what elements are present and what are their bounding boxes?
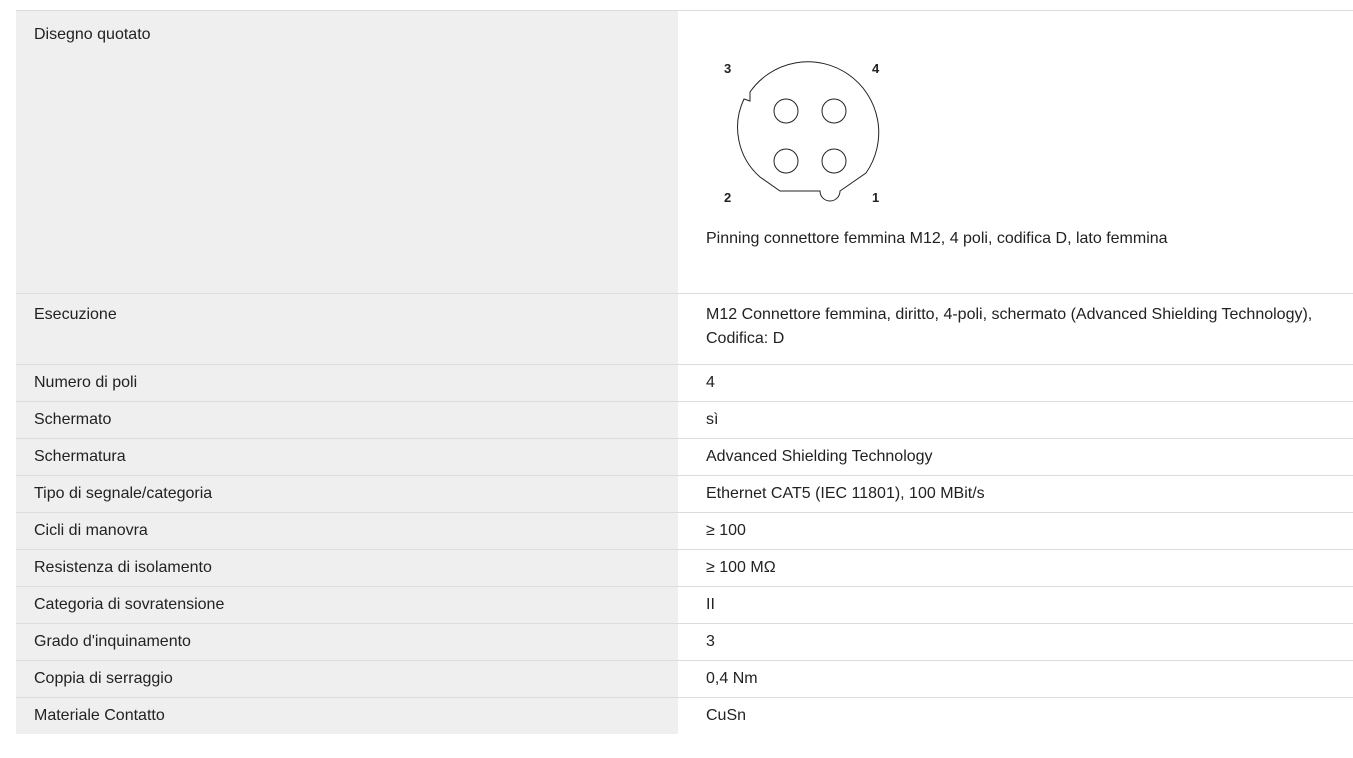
spec-row: Categoria di sovratensione II <box>16 587 1353 624</box>
spec-label: Resistenza di isolamento <box>16 550 678 586</box>
spec-row: Numero di poli 4 <box>16 365 1353 402</box>
spec-value: II <box>706 596 715 613</box>
spec-label: Tipo di segnale/categoria <box>16 476 678 512</box>
pin-contact <box>821 98 847 124</box>
pin-label-3: 3 <box>724 61 731 76</box>
spec-row: Esecuzione M12 Connettore femmina, dirit… <box>16 294 1353 365</box>
spec-label: Grado d'inquinamento <box>16 624 678 660</box>
spec-label: Categoria di sovratensione <box>16 587 678 623</box>
spec-value: ≥ 100 <box>706 522 746 539</box>
spec-label: Disegno quotato <box>16 11 678 293</box>
spec-value: ≥ 100 MΩ <box>706 559 776 576</box>
spec-value: 4 <box>706 374 715 391</box>
pin-label-1: 1 <box>872 190 879 205</box>
pin-contact <box>821 148 847 174</box>
spec-label: Numero di poli <box>16 365 678 401</box>
spec-value: 0,4 Nm <box>706 670 758 687</box>
spec-value: CuSn <box>706 707 747 724</box>
spec-value-text: M12 Connettore femmina, diritto, 4-poli,… <box>706 306 1313 347</box>
spec-value: M12 Connettore femmina, diritto, 4-poli,… <box>678 294 1353 364</box>
spec-row: Tipo di segnale/categoria Ethernet CAT5 … <box>16 476 1353 513</box>
spec-label: Esecuzione <box>16 294 678 364</box>
pin-label-2: 2 <box>724 190 731 205</box>
spec-value-drawing: 3 4 2 1 Pinning connettore femmina M12, … <box>678 11 1353 293</box>
spec-value: 3 <box>706 633 715 650</box>
spec-value: sì <box>706 411 719 428</box>
spec-row: Resistenza di isolamento ≥ 100 MΩ <box>16 550 1353 587</box>
spec-table: Disegno quotato 3 4 2 1 Pinning connetto… <box>16 10 1353 734</box>
pin-label-4: 4 <box>872 61 880 76</box>
spec-row: Grado d'inquinamento 3 <box>16 624 1353 661</box>
drawing-caption: Pinning connettore femmina M12, 4 poli, … <box>706 230 1168 247</box>
connector-pinning-diagram: 3 4 2 1 <box>724 61 880 205</box>
connector-outline <box>737 61 880 202</box>
spec-label: Schermato <box>16 402 678 438</box>
pin-contact <box>773 148 799 174</box>
spec-row: Cicli di manovra ≥ 100 <box>16 513 1353 550</box>
pin-contact <box>773 98 799 124</box>
spec-row: Materiale Contatto CuSn <box>16 698 1353 734</box>
spec-row: Schermatura Advanced Shielding Technolog… <box>16 439 1353 476</box>
spec-row: Schermato sì <box>16 402 1353 439</box>
spec-value: Ethernet CAT5 (IEC 11801), 100 MBit/s <box>706 485 985 502</box>
spec-label: Schermatura <box>16 439 678 475</box>
spec-label: Materiale Contatto <box>16 698 678 734</box>
spec-row-drawing: Disegno quotato 3 4 2 1 Pinning connetto… <box>16 11 1353 294</box>
spec-row: Coppia di serraggio 0,4 Nm <box>16 661 1353 698</box>
spec-label: Coppia di serraggio <box>16 661 678 697</box>
spec-value: Advanced Shielding Technology <box>706 448 933 465</box>
spec-label: Cicli di manovra <box>16 513 678 549</box>
